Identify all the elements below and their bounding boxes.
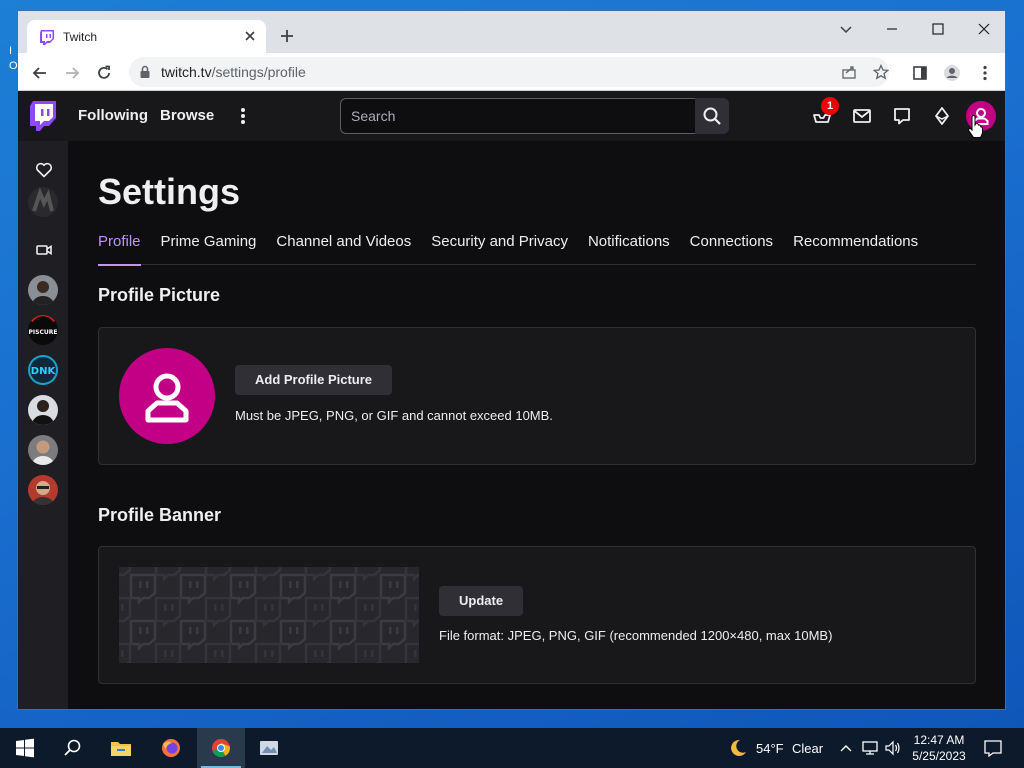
- profile-avatar-icon[interactable]: [943, 64, 961, 82]
- add-profile-picture-button[interactable]: Add Profile Picture: [235, 365, 393, 395]
- settings-tabs: Profile Prime Gaming Channel and Videos …: [98, 229, 976, 266]
- person-avatar-icon: [32, 400, 54, 425]
- browser-tab-title: Twitch: [63, 29, 98, 44]
- system-clock[interactable]: 12:47 AM 5/25/2023: [906, 732, 972, 764]
- search-input[interactable]: [340, 98, 695, 134]
- side-avatar-piscure[interactable]: PISCURE: [28, 315, 58, 345]
- heart-icon[interactable]: [35, 161, 53, 179]
- url-path: /settings/profile: [211, 64, 306, 80]
- bits-diamond-icon[interactable]: [932, 106, 952, 126]
- twitch-logo-icon[interactable]: [30, 101, 56, 131]
- whispers-chat-icon[interactable]: [892, 106, 912, 126]
- dnk-logo-text: DNK: [31, 366, 57, 377]
- address-bar[interactable]: twitch.tv/settings/profile: [129, 57, 889, 87]
- profile-picture-hint: Must be JPEG, PNG, or GIF and cannot exc…: [235, 408, 553, 423]
- twitch-favicon-icon: [40, 29, 54, 45]
- dnk-logo-icon: DNK: [30, 357, 57, 383]
- search-button[interactable]: [695, 98, 729, 134]
- maximize-icon[interactable]: [930, 21, 946, 37]
- following-link[interactable]: Following: [78, 107, 148, 124]
- kebab-menu-icon[interactable]: [976, 64, 994, 82]
- weather-temperature[interactable]: 54°F: [756, 741, 784, 756]
- clock-date: 5/25/2023: [912, 749, 966, 763]
- tab-recommendations[interactable]: Recommendations: [793, 229, 918, 265]
- side-panel-icon[interactable]: [911, 64, 929, 82]
- tab-search-chevron-icon[interactable]: [838, 21, 854, 37]
- page-title: Settings: [98, 171, 241, 212]
- volume-icon[interactable]: [884, 738, 902, 758]
- search-icon: [703, 107, 721, 125]
- clock-time: 12:47 AM: [913, 733, 965, 747]
- chevron-up-icon[interactable]: [838, 738, 854, 758]
- firefox-icon[interactable]: [160, 738, 182, 758]
- profile-picture-heading: Profile Picture: [98, 285, 221, 305]
- person-avatar-icon: [32, 481, 54, 505]
- windows-taskbar: 54°F Clear 12:47 AM 5/25/2023: [0, 728, 1024, 768]
- notifications-center-icon[interactable]: [982, 738, 1004, 758]
- tab-strip: Twitch: [18, 11, 1005, 53]
- tab-profile[interactable]: Profile: [98, 229, 141, 266]
- browser-toolbar: twitch.tv/settings/profile: [18, 53, 1005, 91]
- glitch-pattern-icon: [119, 567, 419, 663]
- close-tab-icon[interactable]: [242, 28, 258, 44]
- close-window-icon[interactable]: [976, 21, 992, 37]
- profile-banner-heading: Profile Banner: [98, 505, 222, 525]
- profile-banner-hint: File format: JPEG, PNG, GIF (recommended…: [439, 628, 833, 643]
- person-avatar-icon: [32, 281, 54, 305]
- piscure-logo-text: PISCURE: [29, 329, 58, 336]
- share-icon[interactable]: [841, 64, 857, 80]
- browser-window: Twitch twitch.tv/settings/profile Follow…: [17, 10, 1006, 710]
- profile-banner-preview: [119, 567, 419, 663]
- profile-banner-card: Update File format: JPEG, PNG, GIF (reco…: [98, 546, 976, 684]
- mail-icon[interactable]: [852, 106, 872, 126]
- video-camera-icon[interactable]: [35, 241, 53, 259]
- forward-arrow-icon[interactable]: [63, 64, 81, 82]
- back-arrow-icon[interactable]: [31, 64, 49, 82]
- network-icon[interactable]: [861, 738, 879, 758]
- browse-link[interactable]: Browse: [160, 107, 214, 124]
- profile-picture-card: Add Profile Picture Must be JPEG, PNG, o…: [98, 327, 976, 465]
- tab-notifications[interactable]: Notifications: [588, 229, 670, 265]
- weather-condition[interactable]: Clear: [792, 741, 823, 756]
- file-explorer-icon[interactable]: [110, 738, 132, 758]
- notification-badge: 1: [821, 97, 839, 115]
- side-avatar-recommended-1[interactable]: [28, 275, 58, 305]
- channel-logo-icon: [32, 187, 54, 212]
- search-icon[interactable]: [62, 738, 84, 758]
- side-avatar-dnk[interactable]: DNK: [28, 355, 58, 385]
- lock-icon[interactable]: [139, 65, 151, 79]
- person-avatar-icon: [32, 440, 54, 465]
- side-avatar-followed-1[interactable]: [28, 187, 58, 217]
- more-vertical-icon[interactable]: [240, 107, 246, 125]
- side-avatar-recommended-2[interactable]: [28, 395, 58, 425]
- bookmark-star-icon[interactable]: [873, 64, 889, 80]
- minimize-icon[interactable]: [884, 21, 900, 37]
- url-host: twitch.tv: [161, 64, 212, 80]
- tab-security-and-privacy[interactable]: Security and Privacy: [431, 229, 568, 265]
- mouse-pointer-hand-icon: [968, 115, 983, 138]
- side-avatar-recommended-4[interactable]: [28, 475, 58, 505]
- piscure-logo-icon: PISCURE: [29, 315, 58, 336]
- settings-main: Settings Profile Prime Gaming Channel an…: [68, 141, 1005, 709]
- photos-app-icon[interactable]: [258, 738, 280, 758]
- update-banner-button[interactable]: Update: [439, 586, 524, 616]
- side-avatar-recommended-3[interactable]: [28, 435, 58, 465]
- url-text: twitch.tv/settings/profile: [161, 64, 306, 80]
- tab-prime-gaming[interactable]: Prime Gaming: [161, 229, 257, 265]
- reload-icon[interactable]: [95, 64, 113, 82]
- side-nav: PISCURE DNK: [18, 141, 68, 709]
- chrome-icon[interactable]: [210, 738, 232, 758]
- tab-channel-and-videos[interactable]: Channel and Videos: [276, 229, 411, 265]
- weather-moon-icon[interactable]: [726, 738, 748, 758]
- twitch-top-nav: Following Browse 1: [18, 91, 1005, 141]
- new-tab-plus-icon[interactable]: [279, 28, 295, 44]
- user-silhouette-icon: [145, 373, 189, 423]
- browser-tab-twitch[interactable]: Twitch: [27, 20, 266, 53]
- windows-start-icon[interactable]: [14, 738, 36, 758]
- profile-picture-avatar: [119, 348, 215, 444]
- tab-connections[interactable]: Connections: [690, 229, 773, 265]
